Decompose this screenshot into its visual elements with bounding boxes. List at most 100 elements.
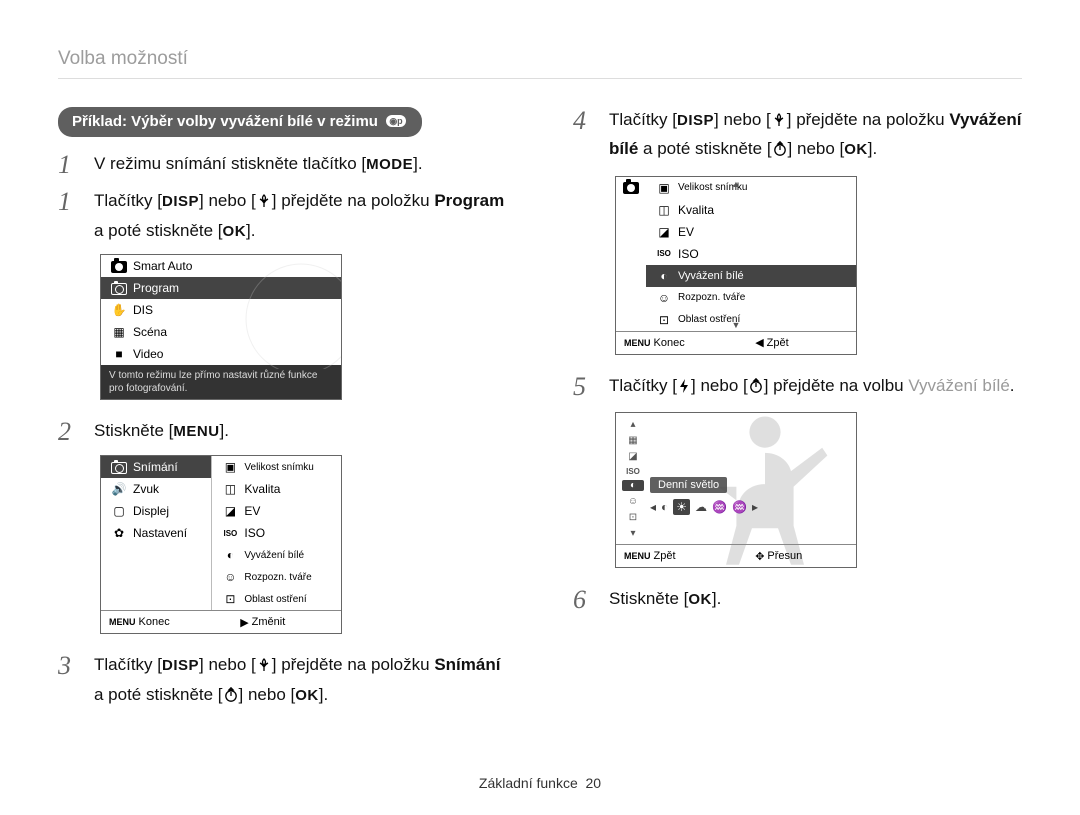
text: a poté stiskněte [ xyxy=(638,139,771,158)
label: Snímání xyxy=(129,460,203,474)
bar-change: ▶Změnit xyxy=(232,611,341,633)
right-arrow-icon: ▶ xyxy=(240,616,248,629)
wb-fluor-icon: ♒ xyxy=(712,500,727,514)
quality-icon: ◫ xyxy=(654,203,674,217)
text: a poté stiskněte [ xyxy=(94,221,223,240)
menu-button-label: MENU xyxy=(173,423,219,440)
wb-icon: ◐ xyxy=(654,269,674,283)
dis-icon: ✋ xyxy=(109,303,129,317)
program-bold: Program xyxy=(434,191,504,210)
wb-option-strip: ◂ ◐ ☀ ☁ ♒ ♒ ▸ xyxy=(650,499,758,515)
wb-auto-icon: ◐ xyxy=(661,500,668,514)
bar-exit: MENUKonec xyxy=(101,611,232,633)
label: ISO xyxy=(240,526,333,540)
text: . xyxy=(1010,376,1015,395)
snimani-bold: Snímání xyxy=(434,655,500,674)
footer-page-number: 20 xyxy=(586,775,602,791)
quality-icon: ◫ xyxy=(220,482,240,496)
list-item: ◫Kvalita xyxy=(212,478,341,500)
text: a poté stiskněte [ xyxy=(94,685,223,704)
list-item: ◫Kvalita xyxy=(646,199,856,221)
text: ] nebo [ xyxy=(199,655,256,674)
list-item: ◪EV xyxy=(646,221,856,243)
label: Oblast ostření xyxy=(240,594,333,605)
list-item: ◐Vyvážení bílé xyxy=(212,544,341,566)
step-6: 6 Stiskněte [OK]. xyxy=(573,586,1022,613)
page-footer: Základní funkce 20 xyxy=(0,775,1080,791)
sound-icon: 🔊 xyxy=(109,482,129,496)
move-icon: ✥ xyxy=(755,550,764,563)
step-number: 1 xyxy=(58,151,94,178)
text: Tlačítky [ xyxy=(609,110,677,129)
camera-mode-icon: ◉p xyxy=(386,113,406,131)
label: EV xyxy=(674,225,848,239)
disp-button-label: DISP xyxy=(162,193,199,210)
timer-icon xyxy=(223,685,239,711)
text: ]. xyxy=(319,685,328,704)
caret-down-icon: ▾ xyxy=(622,528,644,539)
step-number: 6 xyxy=(573,586,609,613)
face-icon: ☺ xyxy=(220,570,240,584)
ok-button-label: OK xyxy=(688,591,712,608)
pill-text: Příklad: Výběr volby vyvážení bílé v rež… xyxy=(72,113,378,130)
list-item: ISOISO xyxy=(646,243,856,265)
step-1a: 1 V režimu snímání stiskněte tlačítko [M… xyxy=(58,151,507,178)
display-icon: ▢ xyxy=(109,504,129,518)
list-item: ◪EV xyxy=(212,500,341,522)
caret-up-icon: ▴ xyxy=(622,419,644,430)
label: Nastavení xyxy=(129,526,203,540)
menu-icon: MENU xyxy=(624,338,651,348)
camera-icon xyxy=(109,460,129,474)
label: ISO xyxy=(674,247,848,261)
left-icon-strip: ▴ ▦ ◪ ISO ◐ ☺ ⊡ ▾ xyxy=(622,419,644,539)
iso-icon: ISO xyxy=(220,529,240,538)
text: ] nebo [ xyxy=(691,376,748,395)
step-5: 5 Tlačítky [] nebo [] přejděte na volbu … xyxy=(573,373,1022,402)
label: Vyvážení bílé xyxy=(240,550,333,561)
mode-hint: V tomto režimu lze přímo nastavit různé … xyxy=(101,365,341,399)
video-icon: ■ xyxy=(109,347,129,361)
list-item: ▣Velikost snímku xyxy=(212,456,341,478)
macro-icon xyxy=(256,191,272,217)
ev-icon: ◪ xyxy=(654,225,674,239)
step-number: 4 xyxy=(573,107,609,134)
label: Zvuk xyxy=(129,482,203,496)
right-column: 4 Tlačítky [DISP] nebo [] přejděte na po… xyxy=(573,107,1022,721)
text: Tlačítky [ xyxy=(609,376,677,395)
label: Kvalita xyxy=(674,203,848,217)
step-4: 4 Tlačítky [DISP] nebo [] přejděte na po… xyxy=(573,107,1022,166)
text: V režimu snímání stiskněte tlačítko [ xyxy=(94,154,366,173)
label: Konec xyxy=(139,616,170,628)
ok-button-label: OK xyxy=(844,141,868,158)
macro-icon xyxy=(771,110,787,136)
icon: ◪ xyxy=(622,451,644,462)
text: Stiskněte [ xyxy=(609,589,688,608)
timer-icon xyxy=(772,139,788,165)
step-number: 2 xyxy=(58,418,94,445)
label: Konec xyxy=(654,337,685,349)
scene-icon: ▦ xyxy=(109,325,129,339)
face-icon: ☺ xyxy=(654,291,674,305)
caret-left-icon: ◂ xyxy=(650,500,656,514)
wb-daylight-icon: ☀ xyxy=(673,499,690,515)
smartauto-icon xyxy=(109,259,129,273)
example-pill: Příklad: Výběr volby vyvážení bílé v rež… xyxy=(58,107,422,137)
label: Vyvážení bílé xyxy=(674,270,848,282)
label: Kvalita xyxy=(240,482,333,496)
text: Tlačítky [ xyxy=(94,191,162,210)
mode-button-label: MODE xyxy=(366,156,413,173)
svg-text:◉p: ◉p xyxy=(389,116,403,126)
wb-value-label: Denní světlo xyxy=(650,477,727,493)
left-column: Příklad: Výběr volby vyvážení bílé v rež… xyxy=(58,107,507,721)
wb-icon: ◐ xyxy=(220,548,240,562)
text: ] nebo [ xyxy=(714,110,771,129)
list-item-selected: Snímání xyxy=(101,456,211,478)
flash-icon xyxy=(677,376,691,402)
ok-button-label: OK xyxy=(295,687,319,704)
text: ]. xyxy=(868,139,877,158)
label: Rozpozn. tváře xyxy=(674,292,848,303)
icon-selected: ◐ xyxy=(622,480,644,491)
text: ] přejděte na položku xyxy=(787,110,950,129)
list-item: 🔊Zvuk xyxy=(101,478,211,500)
bar-back: MENUZpět xyxy=(616,545,747,567)
